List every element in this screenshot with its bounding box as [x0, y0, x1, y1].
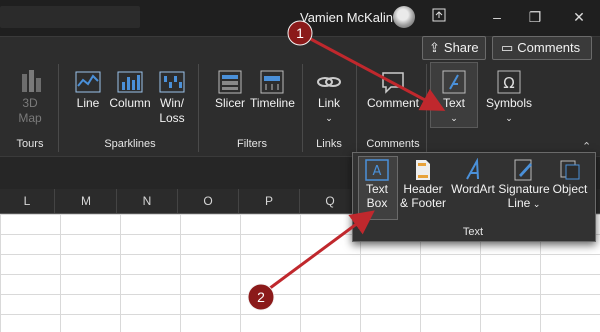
- object-icon: [560, 160, 580, 180]
- omega-icon: Ω: [497, 70, 521, 94]
- column-header[interactable]: L: [0, 189, 55, 213]
- signature-line-label-1: Signature: [498, 182, 550, 196]
- symbols-button[interactable]: Ω Symbols ⌄: [484, 68, 534, 126]
- column-header[interactable]: O: [178, 189, 239, 213]
- sparkline-winloss-button[interactable]: Win/ Loss: [154, 68, 190, 126]
- column-header[interactable]: N: [117, 189, 178, 213]
- close-button[interactable]: ✕: [566, 6, 592, 28]
- wordart-button[interactable]: WordArt: [450, 158, 496, 196]
- group-divider: [356, 64, 357, 152]
- link-button[interactable]: Link ⌄: [310, 68, 348, 126]
- restore-button[interactable]: ❐: [522, 6, 548, 28]
- 3d-map-label-1: 3D: [22, 96, 38, 110]
- text-box-label-2: Box: [366, 196, 388, 210]
- header-footer-icon: [416, 160, 430, 180]
- comments-label: Comments: [517, 40, 581, 55]
- wordart-label: WordArt: [451, 182, 495, 196]
- title-search-box[interactable]: [0, 6, 140, 28]
- line-chart-icon: [75, 71, 101, 93]
- link-label: Link: [317, 96, 340, 110]
- text-box-icon: A: [365, 159, 389, 181]
- chevron-down-icon: ⌄: [450, 113, 458, 123]
- 3d-map-button[interactable]: 3D Map: [10, 68, 50, 126]
- signature-line-button[interactable]: Signature Line ⌄: [498, 158, 550, 211]
- text-box-label-1: Text: [365, 182, 388, 196]
- comment-label: Comment: [366, 96, 419, 110]
- slicer-icon: [218, 70, 242, 94]
- group-divider: [426, 64, 427, 152]
- link-icon: [317, 77, 341, 87]
- 3d-map-label-2: Map: [18, 111, 42, 125]
- signature-line-icon: [514, 159, 532, 181]
- slicer-button[interactable]: Slicer: [210, 68, 250, 111]
- header-footer-label-2: & Footer: [399, 196, 447, 210]
- group-divider: [302, 64, 303, 152]
- group-divider: [58, 64, 59, 152]
- text-box-button[interactable]: A Text Box: [358, 158, 396, 210]
- sparklines-group-label: Sparklines: [104, 138, 156, 150]
- ribbon-display-icon[interactable]: [426, 6, 452, 28]
- timeline-button[interactable]: Timeline: [250, 68, 295, 111]
- column-label: Column: [109, 96, 151, 110]
- column-header[interactable]: P: [239, 189, 300, 213]
- header-footer-button[interactable]: Header & Footer: [398, 158, 448, 210]
- new-comment-button[interactable]: Comment: [364, 68, 422, 111]
- winloss-label-2: Loss: [159, 111, 185, 125]
- chevron-down-icon: ⌄: [325, 113, 333, 123]
- wordart-icon: [466, 158, 479, 180]
- tours-group-label: Tours: [16, 138, 44, 150]
- avatar[interactable]: [393, 6, 415, 28]
- group-divider: [198, 64, 199, 152]
- winloss-label-1: Win/: [160, 96, 184, 110]
- column-header[interactable]: M: [56, 189, 117, 213]
- object-button[interactable]: Object: [550, 158, 590, 196]
- object-label: Object: [552, 182, 588, 196]
- text-label: Text: [442, 96, 465, 110]
- 3d-map-icon: [22, 70, 41, 92]
- timeline-label: Timeline: [250, 96, 295, 110]
- svg-text:A: A: [373, 164, 382, 179]
- win-loss-icon: [159, 71, 185, 93]
- comment-icon: ▭: [501, 40, 514, 55]
- sparkline-column-button[interactable]: Column: [108, 68, 152, 111]
- text-icon: [442, 70, 466, 94]
- chevron-down-icon: ⌄: [505, 113, 513, 123]
- symbols-label: Symbols: [485, 96, 532, 110]
- filters-group-label: Filters: [237, 138, 267, 150]
- share-label: Share: [443, 40, 479, 55]
- comments-button[interactable]: ▭ Comments: [492, 36, 592, 60]
- column-chart-icon: [117, 71, 143, 93]
- slicer-label: Slicer: [214, 96, 245, 110]
- signature-line-label-2-wrap: Line ⌄: [498, 196, 550, 211]
- signature-line-label-2: Line: [507, 196, 531, 210]
- minimize-button[interactable]: –: [484, 6, 510, 28]
- timeline-icon: [260, 70, 284, 94]
- comments-group-label: Comments: [366, 138, 420, 150]
- line-label: Line: [76, 96, 100, 110]
- chevron-down-icon: ⌄: [530, 199, 541, 209]
- title-bar: Vamien McKalin – ❐ ✕: [0, 0, 600, 36]
- user-name[interactable]: Vamien McKalin: [300, 10, 393, 25]
- text-group-label: Text: [462, 226, 484, 238]
- text-button[interactable]: Text ⌄: [432, 68, 476, 126]
- links-group-label: Links: [316, 138, 342, 150]
- share-button[interactable]: ⇪ Share: [422, 36, 486, 60]
- sparkline-line-button[interactable]: Line: [70, 68, 106, 111]
- share-icon: ⇪: [429, 40, 440, 55]
- comment-icon: [382, 72, 404, 94]
- svg-text:Ω: Ω: [503, 74, 514, 92]
- header-footer-label-1: Header: [403, 182, 443, 196]
